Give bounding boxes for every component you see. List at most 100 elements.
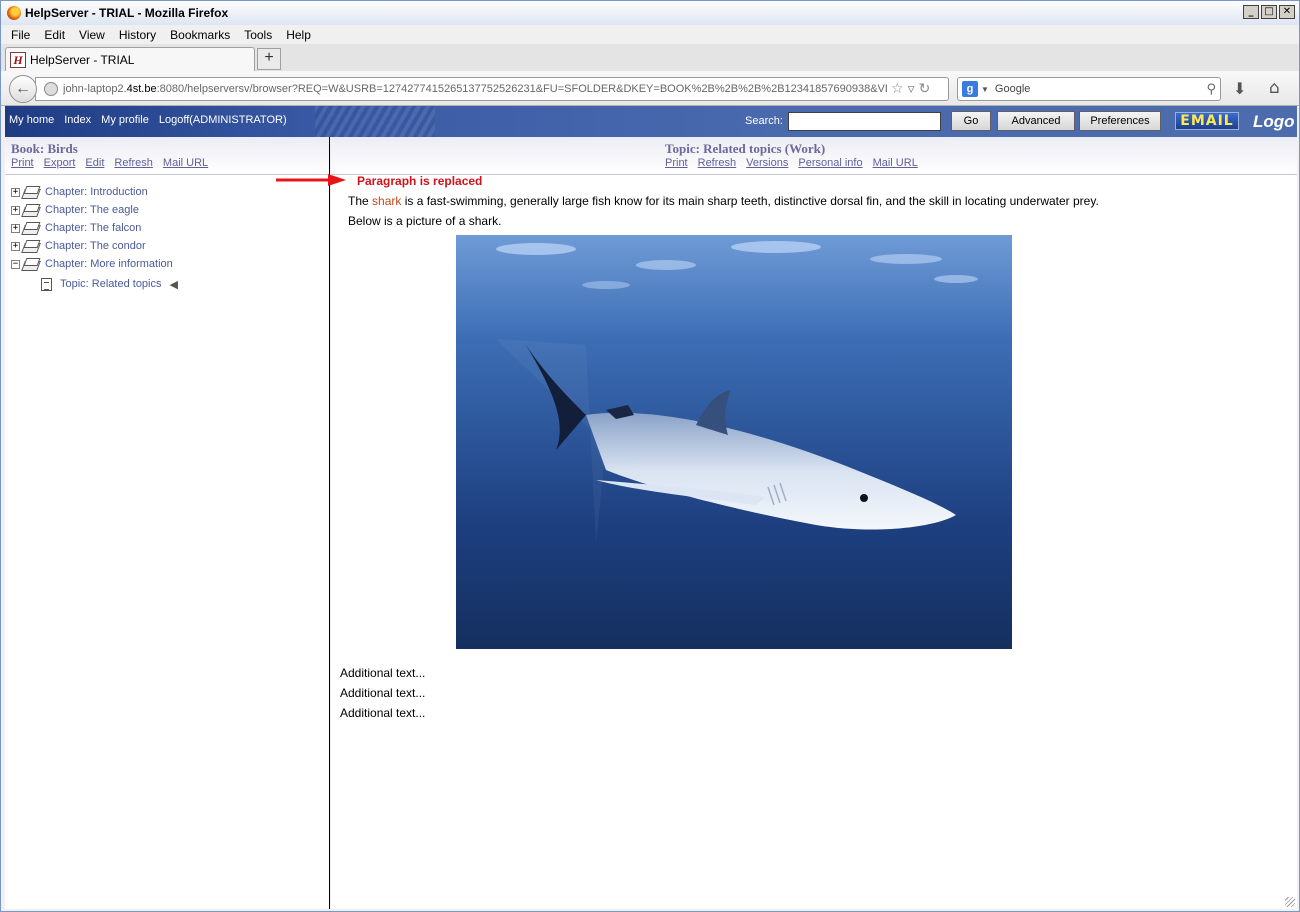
additional-text-1: Additional text... [340, 666, 426, 680]
expand-icon[interactable]: + [11, 187, 20, 197]
title-bar: HelpServer - TRIAL - Mozilla Firefox _ □… [1, 1, 1299, 25]
logo: Logo [1253, 112, 1295, 131]
link-logoff[interactable]: Logoff(ADMINISTRATOR) [159, 114, 287, 126]
book-pane-header: Book: Birds Print Export Edit Refresh Ma… [5, 137, 329, 175]
back-button[interactable]: ← [9, 75, 37, 103]
book-refresh-link[interactable]: Refresh [114, 157, 153, 169]
additional-text-2: Additional text... [340, 686, 426, 700]
menu-help[interactable]: Help [286, 28, 311, 42]
book-edit-link[interactable]: Edit [85, 157, 104, 169]
advanced-button[interactable]: Advanced [997, 111, 1075, 131]
tree-item-falcon[interactable]: + Chapter: The falcon [11, 219, 178, 237]
additional-text-3: Additional text... [340, 706, 426, 720]
book-mail-url-link[interactable]: Mail URL [163, 157, 208, 169]
topic-title: Topic: Related topics (Work) [665, 141, 826, 156]
go-button[interactable]: Go [951, 111, 991, 131]
reload-icon[interactable]: ↻ [919, 81, 931, 97]
tree-item-label[interactable]: Topic: Related topics [60, 278, 162, 290]
window-title: HelpServer - TRIAL - Mozilla Firefox [25, 6, 229, 20]
topic-print-link[interactable]: Print [665, 157, 688, 169]
book-print-link[interactable]: Print [11, 157, 34, 169]
menu-history[interactable]: History [119, 28, 156, 42]
url-dropdown-icon[interactable]: ▿ [908, 81, 915, 97]
search-label: Search: [745, 115, 783, 127]
topic-versions-link[interactable]: Versions [746, 157, 788, 169]
tree-item-label[interactable]: Chapter: More information [45, 258, 173, 270]
tree-item-related-topics[interactable]: Topic: Related topics ◀ [11, 273, 178, 295]
header-decoration [315, 106, 435, 137]
menu-edit[interactable]: Edit [44, 28, 65, 42]
magnifier-icon[interactable]: ⚲ [1206, 82, 1216, 97]
tree-item-more-information[interactable]: − Chapter: More information [11, 255, 178, 273]
red-arrow-icon [276, 174, 346, 186]
link-my-home[interactable]: My home [9, 114, 54, 126]
book-icon [23, 240, 39, 252]
url-bar[interactable]: john-laptop2.4st.be:8080/helpserversv/br… [35, 77, 949, 101]
email-button[interactable]: EMAIL [1175, 112, 1239, 130]
link-my-profile[interactable]: My profile [101, 114, 149, 126]
expand-icon[interactable]: + [11, 205, 20, 215]
navigation-bar: john-laptop2.4st.be:8080/helpserversv/br… [1, 71, 1299, 106]
google-icon[interactable]: g [962, 81, 978, 97]
expand-icon[interactable]: + [11, 223, 20, 233]
tree-item-condor[interactable]: + Chapter: The condor [11, 237, 178, 255]
book-icon [23, 222, 39, 234]
book-icon [23, 186, 39, 198]
book-export-link[interactable]: Export [44, 157, 76, 169]
resize-grip[interactable] [1285, 897, 1295, 907]
web-search-placeholder: Google [994, 83, 1031, 95]
tab-helpserver[interactable]: H HelpServer - TRIAL [5, 47, 255, 71]
paragraph-replaced-notice: Paragraph is replaced [357, 174, 483, 188]
expand-icon[interactable]: + [11, 241, 20, 251]
app-header: My home Index My profile Logoff(ADMINIST… [5, 106, 1297, 137]
search-input[interactable] [788, 112, 941, 131]
book-tree: + Chapter: Introduction + Chapter: The e… [11, 183, 178, 295]
book-pane: Book: Birds Print Export Edit Refresh Ma… [5, 137, 330, 909]
tab-title: HelpServer - TRIAL [30, 52, 135, 67]
tree-item-introduction[interactable]: + Chapter: Introduction [11, 183, 178, 201]
book-icon [23, 258, 39, 270]
home-icon[interactable]: ⌂ [1269, 78, 1280, 98]
tab-strip: H HelpServer - TRIAL + [1, 44, 1299, 71]
maximize-icon[interactable]: □ [1261, 5, 1277, 19]
preferences-button[interactable]: Preferences [1079, 111, 1161, 131]
menu-tools[interactable]: Tools [244, 28, 272, 42]
tree-item-label[interactable]: Chapter: The eagle [45, 204, 139, 216]
tree-item-eagle[interactable]: + Chapter: The eagle [11, 201, 178, 219]
web-search-box[interactable]: g ▼ Google ⚲ [957, 77, 1221, 101]
window-controls: _ □ ✕ [1243, 5, 1295, 19]
tree-item-label[interactable]: Chapter: The falcon [45, 222, 141, 234]
close-icon[interactable]: ✕ [1279, 5, 1295, 19]
bookmark-star-icon[interactable]: ☆ [891, 81, 904, 97]
search-engine-dropdown-icon[interactable]: ▼ [981, 85, 989, 94]
shark-link[interactable]: shark [372, 194, 401, 208]
minimize-icon[interactable]: _ [1243, 5, 1259, 19]
firefox-icon [7, 6, 21, 20]
new-tab-button[interactable]: + [257, 48, 281, 70]
globe-icon [44, 82, 58, 96]
topic-mail-url-link[interactable]: Mail URL [873, 157, 918, 169]
menu-bookmarks[interactable]: Bookmarks [170, 28, 230, 42]
url-text: john-laptop2.4st.be:8080/helpserversv/br… [63, 83, 887, 95]
topic-personal-info-link[interactable]: Personal info [798, 157, 862, 169]
link-index[interactable]: Index [64, 114, 91, 126]
tree-item-label[interactable]: Chapter: The condor [45, 240, 146, 252]
menu-bar: File Edit View History Bookmarks Tools H… [1, 25, 1299, 44]
browser-window: HelpServer - TRIAL - Mozilla Firefox _ □… [0, 0, 1300, 912]
collapse-icon[interactable]: − [11, 259, 20, 269]
page-icon [41, 277, 52, 291]
book-title: Book: Birds [11, 141, 78, 156]
picture-caption: Below is a picture of a shark. [348, 214, 502, 228]
header-links: My home Index My profile Logoff(ADMINIST… [9, 114, 287, 126]
menu-file[interactable]: File [11, 28, 30, 42]
book-links: Print Export Edit Refresh Mail URL [11, 157, 208, 169]
topic-refresh-link[interactable]: Refresh [698, 157, 737, 169]
download-icon[interactable]: ⬇ [1233, 79, 1246, 98]
shark-paragraph: The shark is a fast-swimming, generally … [348, 194, 1099, 208]
book-icon [23, 204, 39, 216]
topic-pane-header: Topic: Related topics (Work) Print Refre… [331, 137, 1297, 175]
current-item-arrow-icon: ◀ [169, 277, 178, 291]
tree-item-label[interactable]: Chapter: Introduction [45, 186, 148, 198]
helpserver-favicon-icon: H [10, 51, 26, 68]
menu-view[interactable]: View [79, 28, 105, 42]
